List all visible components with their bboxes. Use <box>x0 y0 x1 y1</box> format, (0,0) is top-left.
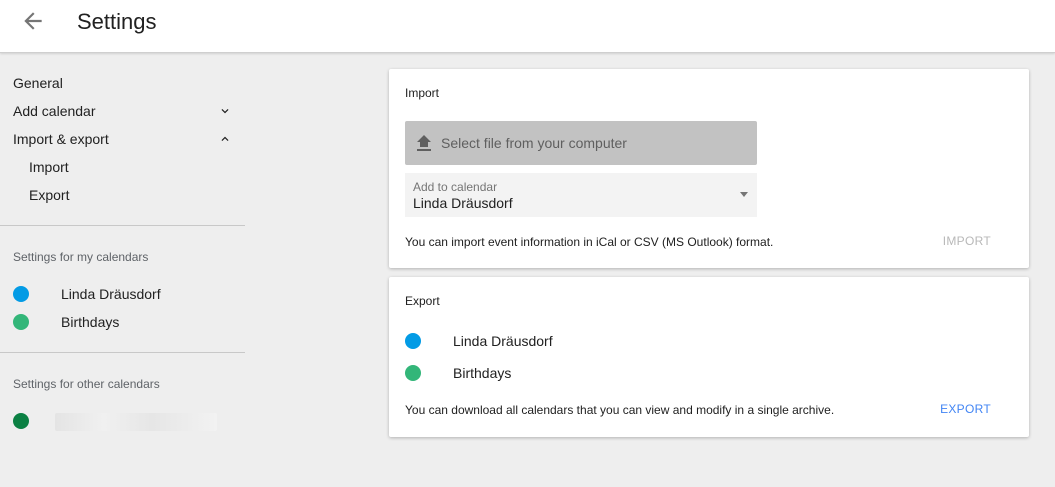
sidebar-calendar-birthdays[interactable]: Birthdays <box>61 314 119 330</box>
export-card: Export Linda Dräusdorf Birthdays You can… <box>389 277 1029 437</box>
calendar-color-dot <box>13 286 29 302</box>
export-calendar-birthdays: Birthdays <box>453 365 512 381</box>
redacted-calendar-name[interactable] <box>55 413 217 431</box>
sidebar-item-import[interactable]: Import <box>29 159 69 175</box>
select-file-button[interactable]: Select file from your computer <box>405 121 757 165</box>
sidebar-divider <box>0 352 245 353</box>
import-card: Import Select file from your computer Ad… <box>389 69 1029 268</box>
select-value: Linda Dräusdorf <box>413 195 513 211</box>
sidebar-item-export[interactable]: Export <box>29 187 69 203</box>
export-calendar-linda: Linda Dräusdorf <box>453 333 553 349</box>
import-help-text: You can import event information in iCal… <box>405 235 774 249</box>
sidebar-calendar-linda[interactable]: Linda Dräusdorf <box>61 286 161 302</box>
select-file-label: Select file from your computer <box>441 135 627 151</box>
chevron-down-icon[interactable] <box>218 104 232 118</box>
import-button[interactable]: IMPORT <box>943 234 991 248</box>
other-calendars-heading: Settings for other calendars <box>13 377 160 391</box>
chevron-up-icon[interactable] <box>218 132 232 146</box>
import-card-title: Import <box>405 86 440 100</box>
export-help-text: You can download all calendars that you … <box>405 403 835 417</box>
calendar-color-dot <box>405 333 421 349</box>
export-button[interactable]: EXPORT <box>940 402 991 416</box>
dropdown-arrow-icon <box>740 192 748 197</box>
sidebar-divider <box>0 225 245 226</box>
calendar-color-dot <box>13 413 29 429</box>
sidebar-item-general[interactable]: General <box>13 75 63 91</box>
sidebar-item-add-calendar[interactable]: Add calendar <box>13 103 96 119</box>
calendar-color-dot <box>13 314 29 330</box>
export-card-title: Export <box>405 294 440 308</box>
arrow-back-icon[interactable] <box>20 8 46 34</box>
app-header: Settings <box>0 0 1055 53</box>
upload-icon <box>417 135 431 151</box>
add-to-calendar-select[interactable]: Add to calendar Linda Dräusdorf <box>405 173 757 217</box>
calendar-color-dot <box>405 365 421 381</box>
sidebar-item-import-export[interactable]: Import & export <box>13 131 109 147</box>
select-label: Add to calendar <box>413 180 498 194</box>
my-calendars-heading: Settings for my calendars <box>13 250 149 264</box>
page-title: Settings <box>77 9 157 34</box>
